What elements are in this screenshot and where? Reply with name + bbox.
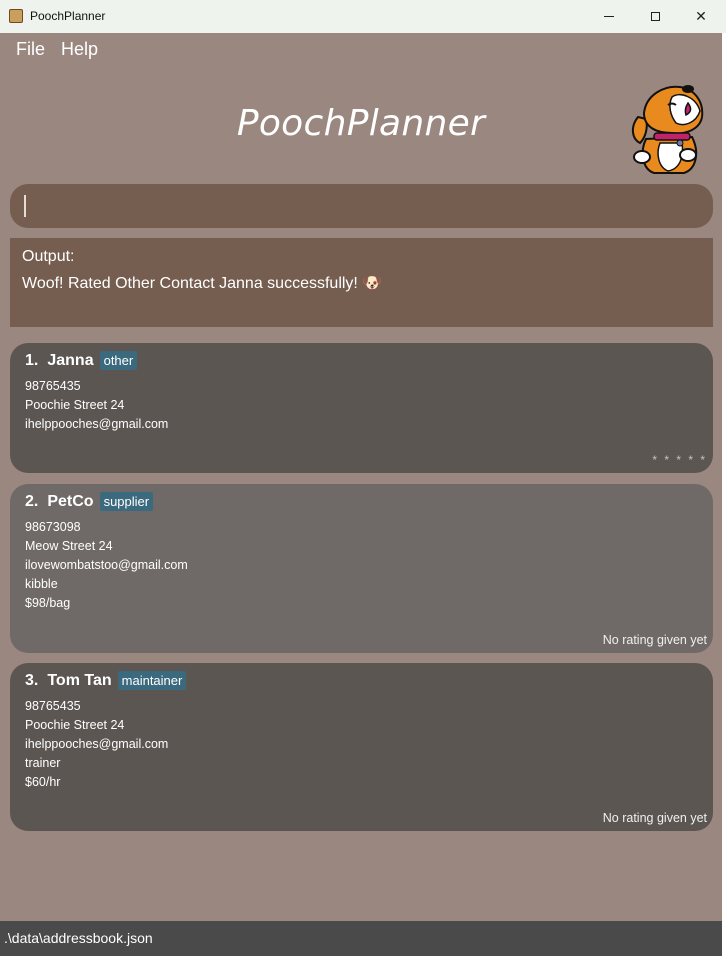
contact-address: Poochie Street 24 <box>25 398 125 412</box>
save-location: .\data\addressbook.json <box>4 930 153 946</box>
contact-phone: 98765435 <box>25 379 81 393</box>
contact-tag: maintainer <box>117 671 187 690</box>
contact-name: PetCo <box>47 492 94 510</box>
status-bar: .\data\addressbook.json <box>0 921 722 956</box>
contact-name: Tom Tan <box>47 671 112 689</box>
contact-rating: No rating given yet <box>602 811 707 825</box>
command-input[interactable] <box>10 184 713 228</box>
menu-file[interactable]: File <box>0 33 53 67</box>
contact-phone: 98765435 <box>25 699 81 713</box>
app-window: File Help PoochPlanner Output: Woof! Rat… <box>0 33 722 921</box>
app-icon <box>9 9 23 23</box>
menu-bar: File Help <box>0 33 106 67</box>
window-edge <box>722 33 726 921</box>
contact-card[interactable]: 1. Janna other 98765435 Poochie Street 2… <box>10 343 713 473</box>
contact-tag: supplier <box>99 492 154 511</box>
contact-price: $98/bag <box>25 596 71 610</box>
contact-email: ihelppooches@gmail.com <box>25 417 169 431</box>
contact-rating: No rating given yet <box>602 633 707 647</box>
result-display: Output: Woof! Rated Other Contact Janna … <box>10 238 713 327</box>
menu-help[interactable]: Help <box>53 33 106 67</box>
contact-address: Meow Street 24 <box>25 539 113 553</box>
contact-email: ilovewombatstoo@gmail.com <box>25 558 188 572</box>
contact-address: Poochie Street 24 <box>25 718 125 732</box>
contact-name: Janna <box>47 351 94 369</box>
window-titlebar: PoochPlanner ✕ <box>0 0 726 34</box>
contact-index: 3. <box>25 671 39 689</box>
output-label: Output: <box>22 248 75 265</box>
contact-skill: trainer <box>25 756 61 770</box>
contact-email: ihelppooches@gmail.com <box>25 737 169 751</box>
dog-mascot-icon <box>632 85 704 174</box>
contact-salary: $60/hr <box>25 775 61 789</box>
minimize-button[interactable] <box>586 0 632 33</box>
contact-tag: other <box>99 351 138 370</box>
maximize-button[interactable] <box>632 0 678 33</box>
output-message: Woof! Rated Other Contact Janna successf… <box>22 275 383 292</box>
contact-phone: 98673098 <box>25 520 81 534</box>
text-caret <box>24 195 26 217</box>
contact-index: 1. <box>25 351 39 369</box>
contact-index: 2. <box>25 492 39 510</box>
contact-card[interactable]: 3. Tom Tan maintainer 98765435 Poochie S… <box>10 663 713 831</box>
window-title: PoochPlanner <box>30 9 106 23</box>
close-button[interactable]: ✕ <box>678 0 724 33</box>
minimize-icon <box>604 16 614 17</box>
close-icon: ✕ <box>695 8 707 25</box>
contact-product: kibble <box>25 577 58 591</box>
maximize-icon <box>650 12 660 21</box>
contact-card[interactable]: 2. PetCo supplier 98673098 Meow Street 2… <box>10 484 713 653</box>
contact-rating: * * * * * <box>652 453 707 467</box>
app-title: PoochPlanner <box>236 103 486 144</box>
